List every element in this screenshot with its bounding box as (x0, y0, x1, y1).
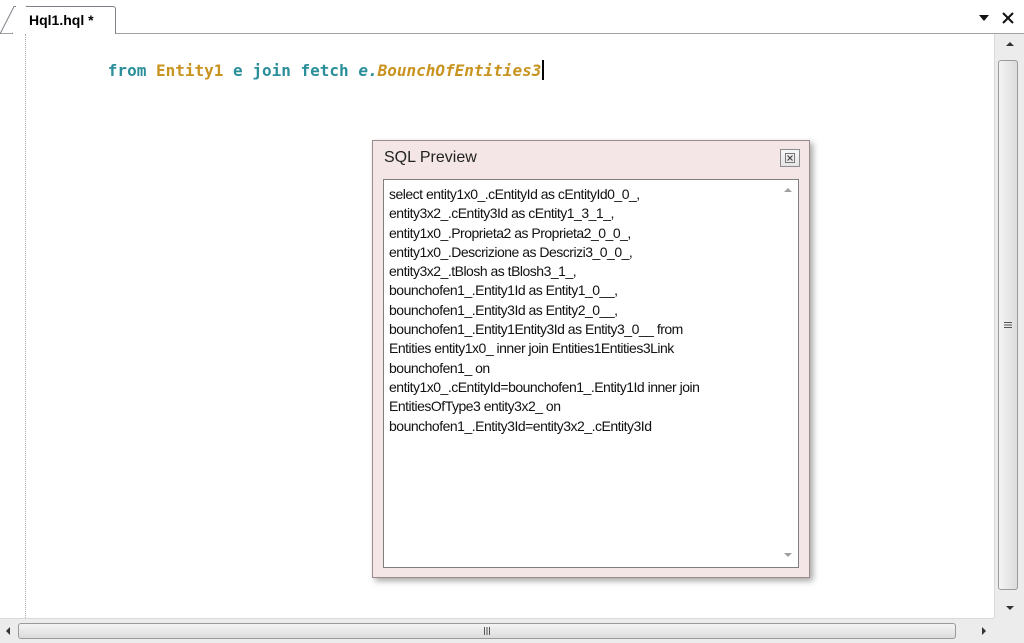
close-icon (785, 153, 795, 163)
scroll-up-icon[interactable] (780, 182, 796, 198)
dropdown-arrow-icon[interactable] (976, 10, 992, 26)
sql-line: bounchofen1_ on (389, 359, 490, 376)
editor-gutter (0, 34, 26, 618)
entity-name: Entity1 (155, 61, 224, 80)
horizontal-scroll-thumb[interactable] (18, 623, 956, 639)
horizontal-scrollbar[interactable] (0, 618, 994, 643)
close-icon[interactable] (1000, 10, 1016, 26)
scroll-left-icon[interactable] (0, 621, 16, 641)
popup-scrollbar[interactable] (778, 180, 798, 567)
sql-preview-popup: SQL Preview select entity1x0_.cEntityId … (372, 140, 810, 578)
code-line-1[interactable]: from Entity1 e join fetch e.BounchOfEnti… (50, 38, 545, 104)
tab-hql1[interactable]: Hql1.hql * (12, 6, 116, 34)
text-caret (542, 60, 545, 80)
keyword-join: join (252, 61, 291, 80)
tab-edge (0, 6, 16, 34)
tab-strip: Hql1.hql * (0, 0, 1024, 34)
sql-line: entity1x0_.Descrizione as Descrizi3_0_0_… (389, 243, 633, 260)
scroll-up-icon[interactable] (995, 34, 1024, 54)
keyword-fetch: fetch (300, 61, 349, 80)
popup-title: SQL Preview (384, 149, 477, 166)
keyword-from: from (107, 61, 147, 80)
sql-line: bounchofen1_.Entity1Entity3Id as Entity3… (389, 321, 683, 338)
sql-text-area[interactable]: select entity1x0_.cEntityId as cEntityId… (383, 179, 799, 568)
sql-line: entity3x2_.cEntity3Id as cEntity1_3_1_, (389, 205, 614, 222)
tab-controls (976, 8, 1016, 28)
scroll-right-icon[interactable] (976, 621, 992, 641)
sql-line: entity3x2_.tBlosh as tBlosh3_1_, (389, 263, 577, 280)
grip-icon (1004, 322, 1012, 328)
alias: e (233, 61, 243, 80)
grip-icon (484, 627, 490, 635)
sql-line: select entity1x0_.cEntityId as cEntityId… (389, 186, 640, 202)
sql-line: EntitiesOfType3 entity3x2_ on (389, 398, 561, 415)
scrollbar-corner (994, 618, 1024, 643)
property-path: BounchOfEntities3 (377, 61, 542, 80)
sql-line: bounchofen1_.Entity1Id as Entity1_0__, (389, 282, 618, 299)
vertical-scroll-thumb[interactable] (998, 60, 1018, 590)
sql-text: select entity1x0_.cEntityId as cEntityId… (389, 185, 775, 436)
sql-line: entity1x0_.Proprieta2 as Proprieta2_0_0_… (389, 224, 631, 241)
sql-line: Entities entity1x0_ inner join Entities1… (389, 340, 674, 357)
popup-close-button[interactable] (780, 149, 800, 167)
scroll-down-icon[interactable] (995, 598, 1024, 618)
sql-line: bounchofen1_.Entity3Id as Entity2_0__, (389, 301, 618, 318)
sql-line: bounchofen1_.Entity3Id=entity3x2_.cEntit… (389, 417, 652, 434)
alias-prefix: e. (358, 61, 378, 80)
scroll-down-icon[interactable] (780, 547, 796, 563)
sql-line: entity1x0_.cEntityId=bounchofen1_.Entity… (389, 378, 700, 395)
vertical-scrollbar[interactable] (994, 34, 1024, 618)
hql-editor-window: Hql1.hql * from Entity1 e join fetch e.B… (0, 0, 1024, 643)
